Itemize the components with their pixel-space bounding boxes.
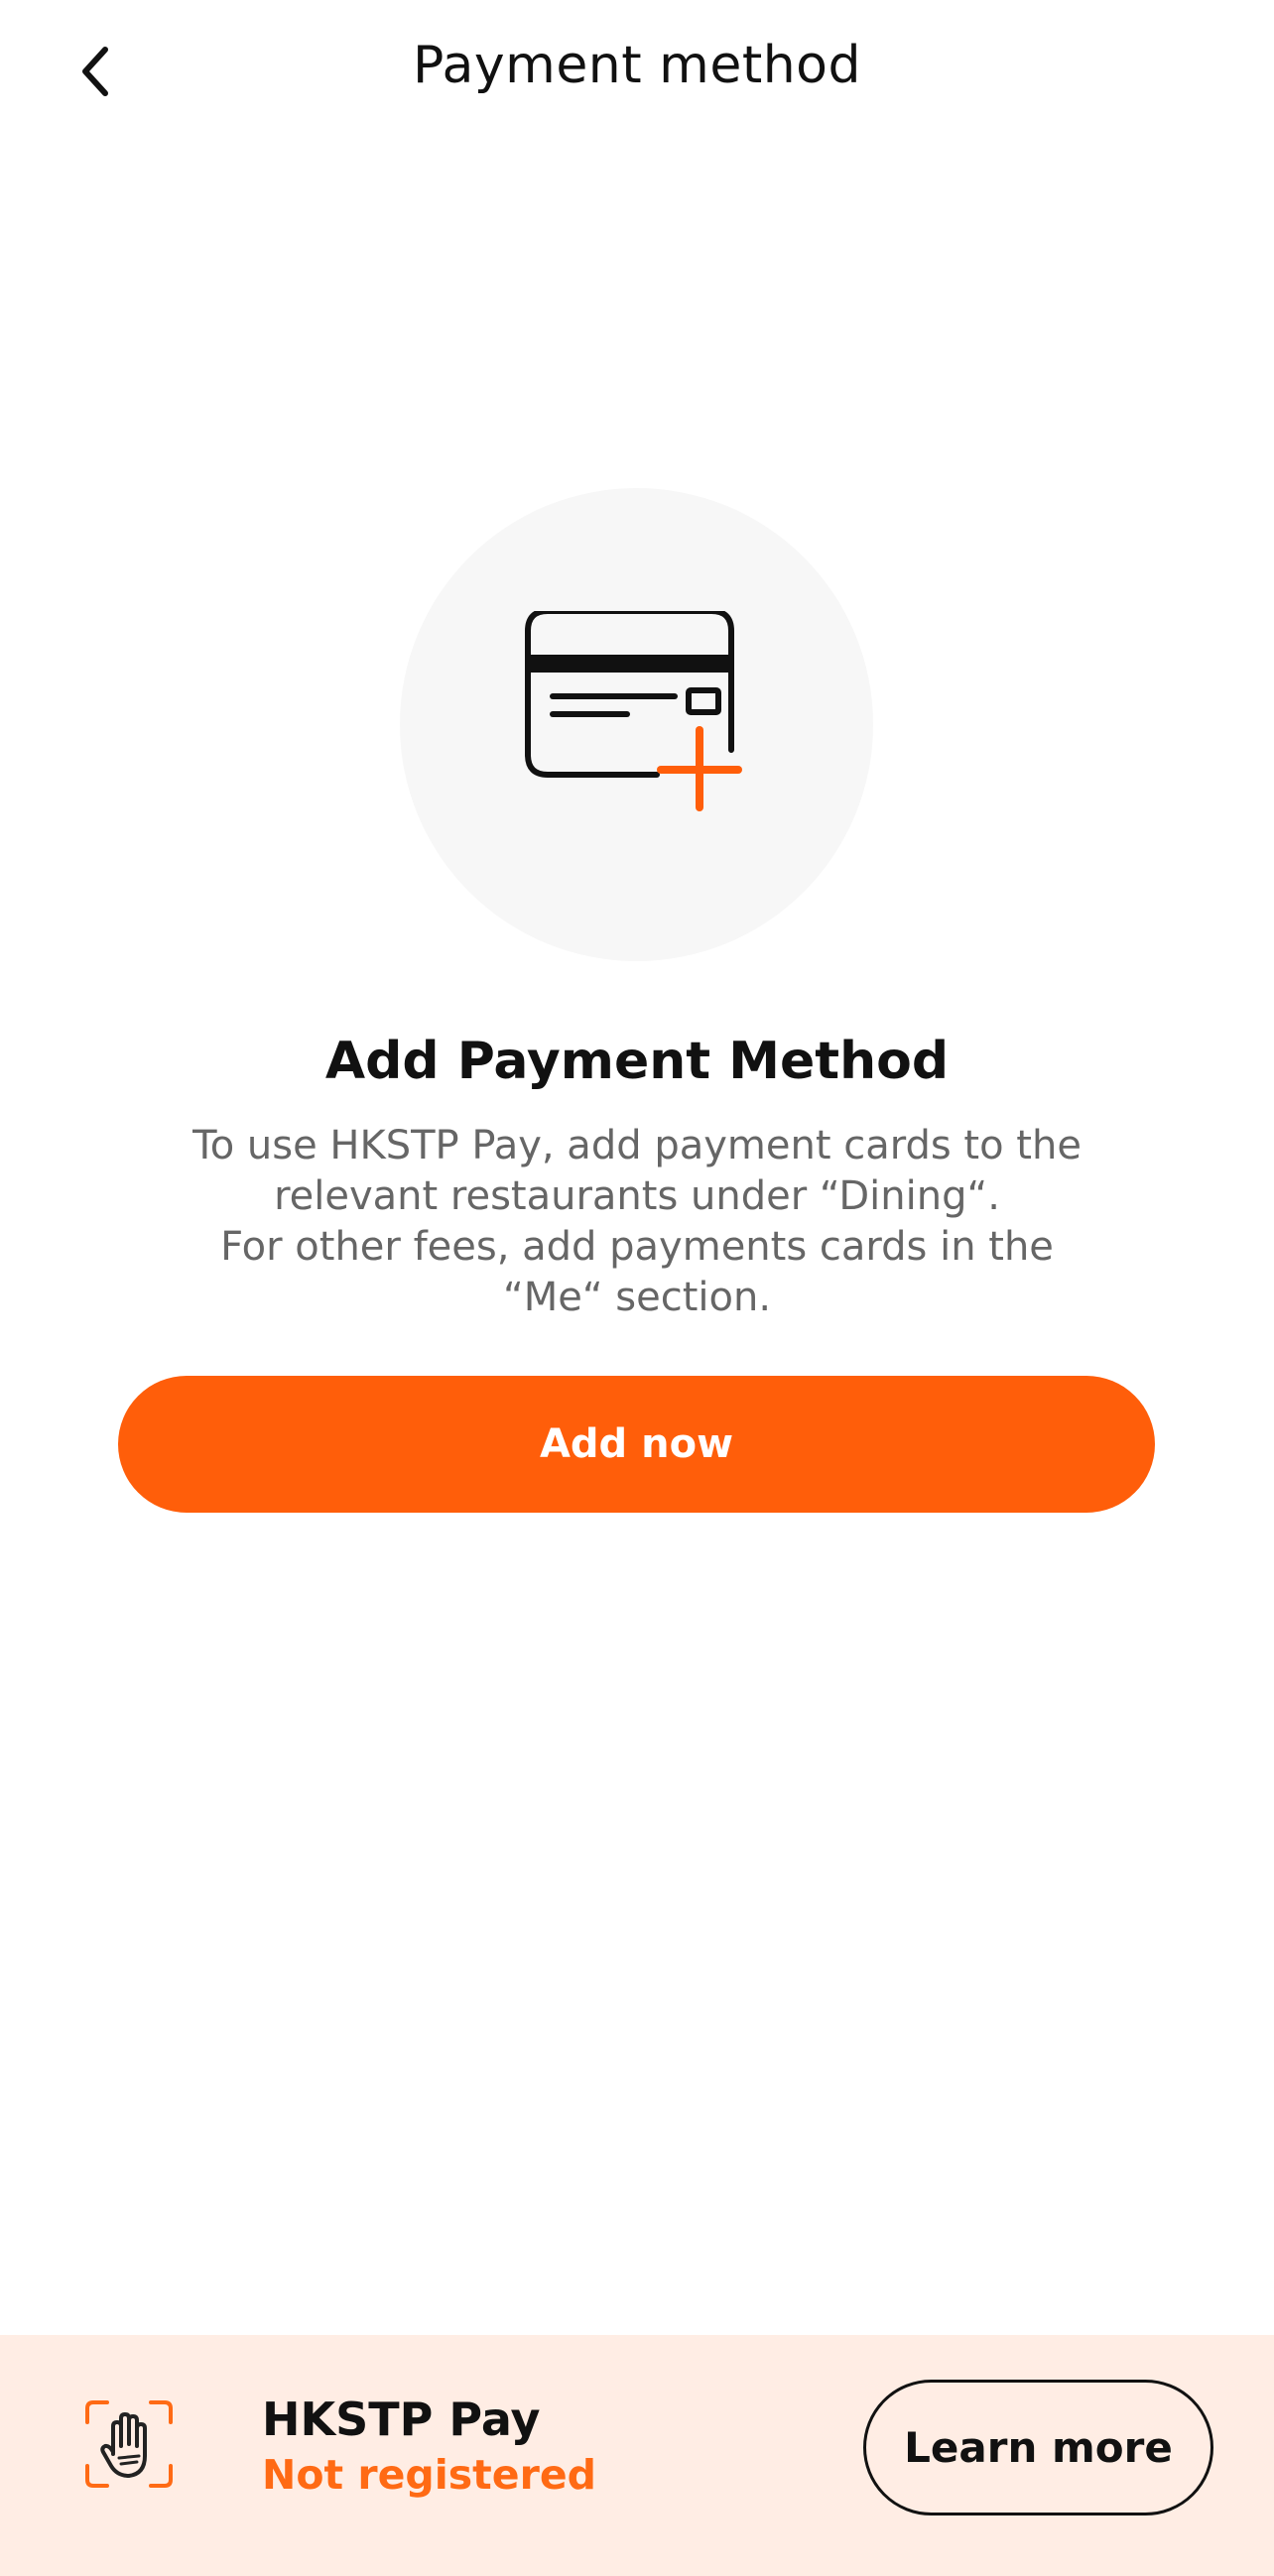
palm-scan-icon xyxy=(85,2400,173,2488)
description-line: For other fees, add payments cards in th… xyxy=(220,1224,1054,1270)
illustration xyxy=(400,488,873,961)
registration-status: Not registered xyxy=(262,2451,596,2499)
hkstp-pay-banner: HKSTP Pay Not registered Learn more xyxy=(0,2335,1274,2576)
empty-state-description: To use HKSTP Pay, add payment cards to t… xyxy=(129,1121,1145,1323)
description-line: relevant restaurants under “Dining“. xyxy=(274,1173,1000,1219)
page-title: Payment method xyxy=(413,36,861,95)
empty-state-title: Add Payment Method xyxy=(324,1032,950,1091)
description-line: “Me“ section. xyxy=(502,1275,772,1320)
learn-more-button[interactable]: Learn more xyxy=(863,2380,1213,2515)
description-line: To use HKSTP Pay, add payment cards to t… xyxy=(192,1123,1082,1168)
payment-method-screen: Payment method Add Payment Method To use… xyxy=(0,0,1274,2576)
credit-card-add-icon xyxy=(524,610,742,811)
header: Payment method xyxy=(0,0,1274,144)
banner-title: HKSTP Pay xyxy=(262,2392,541,2446)
add-now-button[interactable]: Add now xyxy=(118,1376,1155,1513)
